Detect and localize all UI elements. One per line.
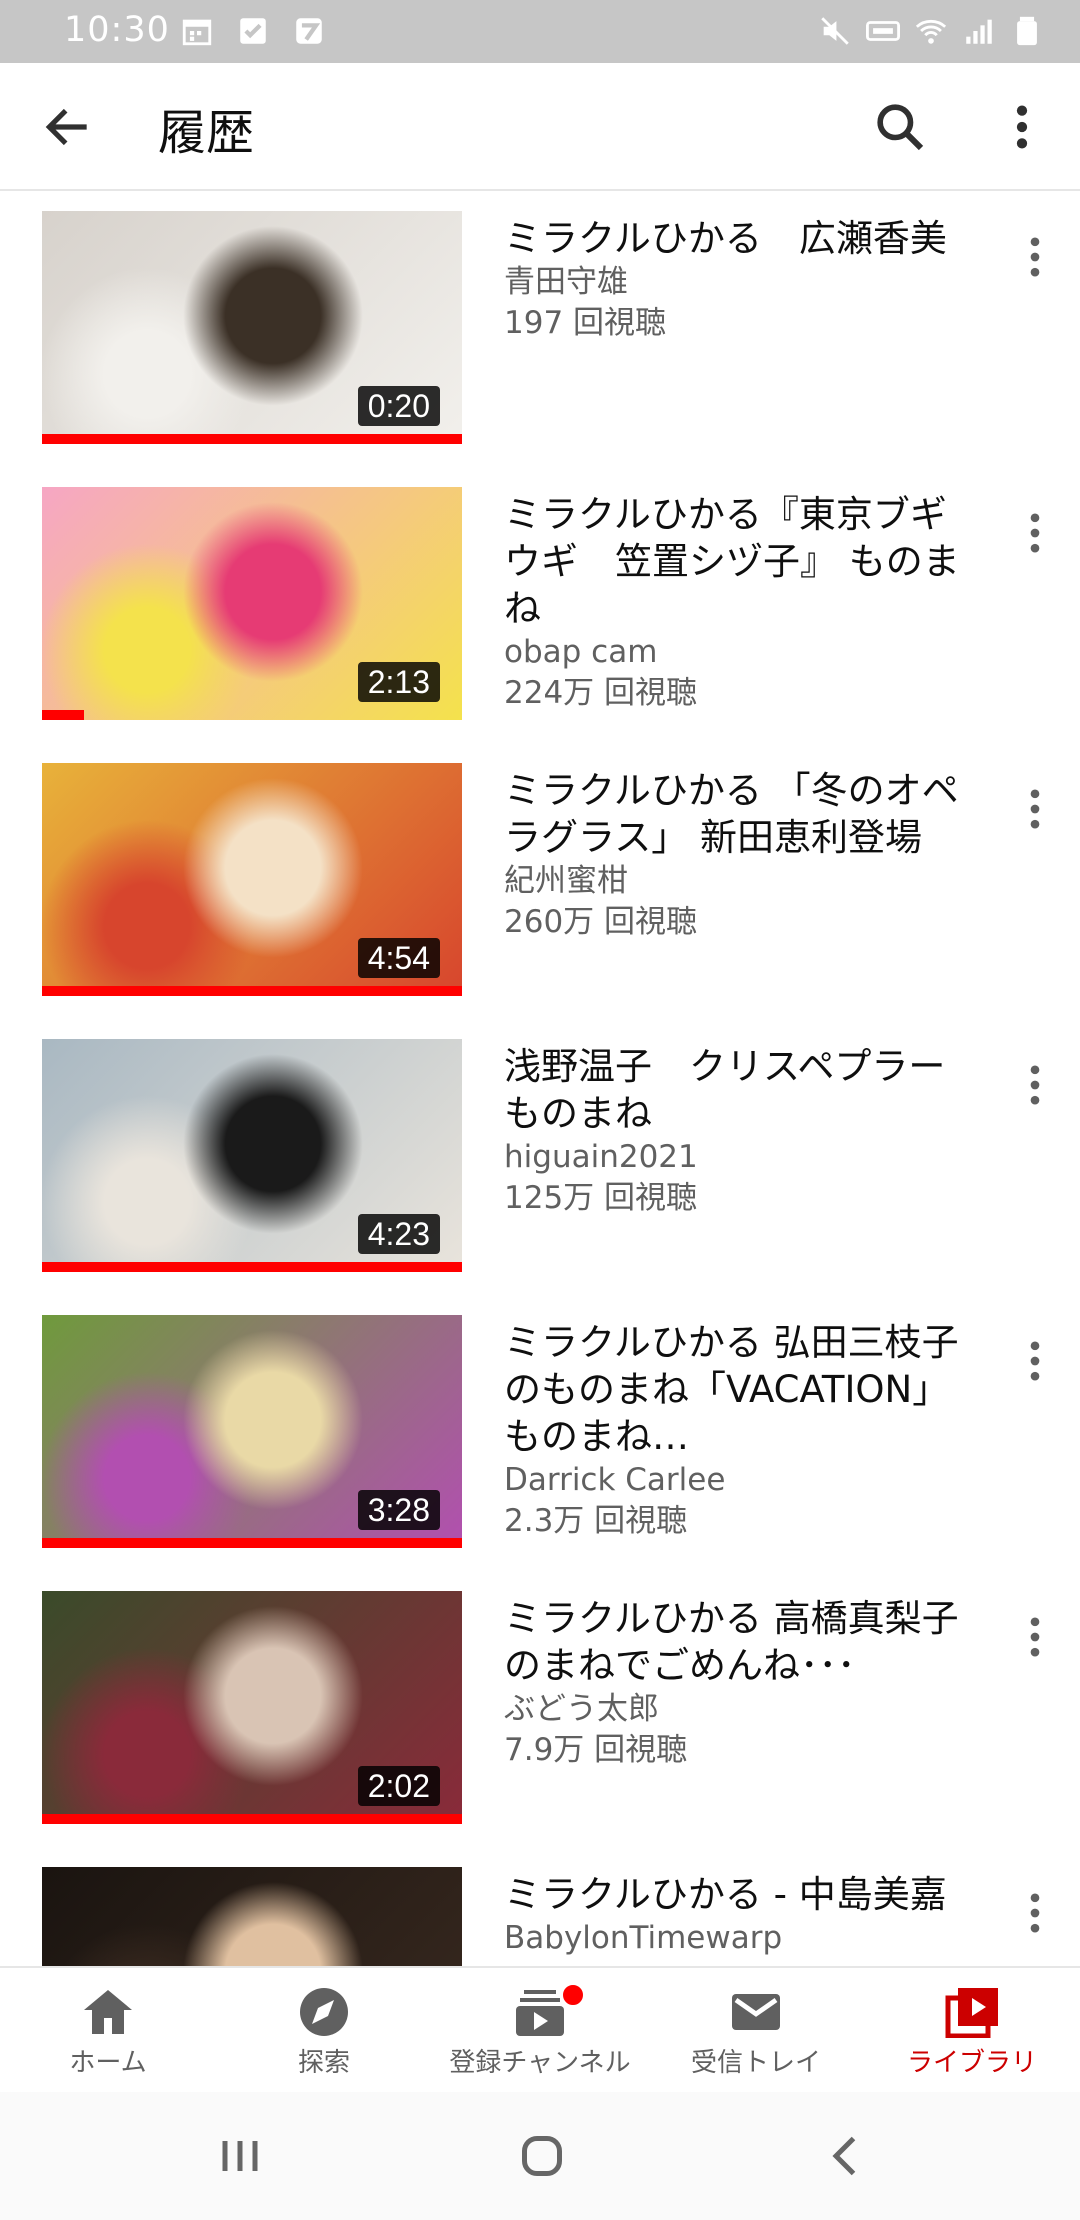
video-item[interactable]: 3:28 ミラクルひかる 弘田三枝子のものまね「VACATION」 ものまね… Da…: [0, 1279, 1080, 1555]
signal-icon: [966, 19, 992, 44]
nav-label-library: ライブラリ: [906, 2048, 1037, 2078]
video-duration: 4:54: [357, 938, 440, 978]
view-count: 224万 回視聴: [504, 675, 698, 711]
video-thumbnail[interactable]: 2:02: [42, 1591, 462, 1824]
app-icon: [296, 18, 322, 44]
video-duration: 4:23: [357, 1214, 440, 1254]
mute-icon: [821, 17, 849, 45]
search-icon[interactable]: [872, 99, 928, 155]
channel-name: higuain2021: [504, 1139, 698, 1175]
nav-explore[interactable]: 探索: [216, 1968, 432, 2092]
volte-icon: [866, 21, 900, 41]
arrow-left-icon[interactable]: [40, 99, 96, 155]
inbox-icon: [732, 1994, 780, 2030]
video-info: ミラクルひかる『東京ブギウギ 笠置シヅ子』 ものまね obap cam 224万 回…: [504, 491, 974, 714]
bottom-navigation: ホーム 探索 登録チャンネル 受信トレイ ライブラリ: [0, 1966, 1080, 2092]
video-info: ミラクルひかる 弘田三枝子のものまね「VACATION」 ものまね… Darric…: [504, 1319, 974, 1542]
history-list: 0:20 ミラクルひかる 広瀬香美 青田守雄 197 回視聴 2:13 ミラクルひかる『東…: [0, 191, 1080, 1966]
channel-name: Darrick Carlee: [504, 1462, 726, 1498]
watch-progress-bar: [42, 1538, 462, 1548]
video-thumbnail[interactable]: 0:20: [42, 211, 462, 444]
nav-label-subscriptions: 登録チャンネル: [449, 2048, 631, 2078]
channel-name: 青田守雄: [504, 264, 628, 300]
view-count: 197 回視聴: [504, 305, 667, 341]
library-icon: [945, 1988, 998, 2038]
video-thumbnail[interactable]: 2:13: [42, 487, 462, 720]
watch-progress-bar: [42, 986, 462, 996]
wifi-icon: [915, 19, 947, 44]
view-count: 125万 回視聴: [504, 1180, 698, 1216]
watch-progress-bar: [42, 1262, 462, 1272]
app-bar: 履歴: [0, 63, 1080, 191]
nav-home[interactable]: ホーム: [0, 1968, 216, 2092]
video-info: ミラクルひかる - 中島美嘉 BabylonTimewarp: [504, 1871, 974, 1959]
nav-label-home: ホーム: [69, 2048, 147, 2078]
more-vert-icon[interactable]: [1020, 1059, 1050, 1111]
video-title[interactable]: ミラクルひかる 広瀬香美: [504, 215, 974, 262]
video-thumbnail[interactable]: [42, 1867, 462, 1966]
explore-icon: [300, 1988, 348, 2036]
video-duration: 2:13: [357, 662, 440, 702]
more-vert-icon[interactable]: [1020, 1335, 1050, 1387]
more-vert-icon[interactable]: [1020, 783, 1050, 835]
more-vert-icon[interactable]: [1020, 507, 1050, 559]
watch-progress-bar: [42, 434, 462, 444]
video-duration: 2:02: [357, 1766, 440, 1806]
video-item[interactable]: 2:13 ミラクルひかる『東京ブギウギ 笠置シヅ子』 ものまね obap cam 22…: [0, 451, 1080, 727]
home-icon: [84, 1990, 132, 2034]
check-icon: [240, 18, 266, 44]
video-title[interactable]: ミラクルひかる 「冬のオペラグラス」 新田恵利登場: [504, 767, 974, 861]
view-count: 260万 回視聴: [504, 904, 698, 940]
back-chevron-icon[interactable]: [816, 2126, 876, 2186]
more-vert-icon[interactable]: [1020, 231, 1050, 283]
home-circle-icon[interactable]: [512, 2126, 572, 2186]
view-count: 2.3万 回視聴: [504, 1503, 688, 1539]
more-vert-icon[interactable]: [1020, 1611, 1050, 1663]
channel-name: obap cam: [504, 634, 658, 670]
channel-name: 紀州蜜柑: [504, 863, 628, 899]
video-info: ミラクルひかる 「冬のオペラグラス」 新田恵利登場 紀州蜜柑 260万 回視聴: [504, 767, 974, 943]
video-info: ミラクルひかる 広瀬香美 青田守雄 197 回視聴: [504, 215, 974, 344]
video-title[interactable]: ミラクルひかる『東京ブギウギ 笠置シヅ子』 ものまね: [504, 491, 974, 632]
view-count: 7.9万 回視聴: [504, 1732, 688, 1768]
video-info: ミラクルひかる 高橋真梨子のまねでごめんね･･･ ぶどう太郎 7.9万 回視聴: [504, 1595, 974, 1771]
video-duration: 3:28: [357, 1490, 440, 1530]
video-title[interactable]: ミラクルひかる - 中島美嘉: [504, 1871, 974, 1918]
video-title[interactable]: 浅野温子 クリスペプラー ものまね: [504, 1043, 982, 1137]
recents-icon[interactable]: [210, 2126, 270, 2186]
notification-badge: [560, 1982, 586, 2008]
status-time: 10:30: [64, 10, 170, 50]
video-item[interactable]: 4:54 ミラクルひかる 「冬のオペラグラス」 新田恵利登場 紀州蜜柑 260万 回視…: [0, 727, 1080, 1003]
video-item[interactable]: ミラクルひかる - 中島美嘉 BabylonTimewarp: [0, 1831, 1080, 1966]
watch-progress-bar: [42, 710, 84, 720]
video-title[interactable]: ミラクルひかる 弘田三枝子のものまね「VACATION」 ものまね…: [504, 1319, 974, 1460]
more-vert-icon[interactable]: [1020, 1887, 1050, 1939]
video-item[interactable]: 2:02 ミラクルひかる 高橋真梨子のまねでごめんね･･･ ぶどう太郎 7.9万 回視…: [0, 1555, 1080, 1831]
nav-label-explore: 探索: [297, 2048, 350, 2078]
video-item[interactable]: 0:20 ミラクルひかる 広瀬香美 青田守雄 197 回視聴: [0, 191, 1080, 451]
video-info: 浅野温子 クリスペプラー ものまね higuain2021 125万 回視聴: [504, 1043, 982, 1219]
watch-progress-bar: [42, 1814, 462, 1824]
page-title: 履歴: [158, 105, 255, 161]
nav-label-inbox: 受信トレイ: [690, 2048, 821, 2078]
video-item[interactable]: 4:23 浅野温子 クリスペプラー ものまね higuain2021 125万 回視聴: [0, 1003, 1080, 1279]
channel-name: BabylonTimewarp: [504, 1920, 783, 1956]
video-duration: 0:20: [357, 386, 440, 426]
nav-library[interactable]: ライブラリ: [864, 1968, 1080, 2092]
video-thumbnail[interactable]: 3:28: [42, 1315, 462, 1548]
channel-name: ぶどう太郎: [504, 1691, 659, 1727]
calendar-icon: [182, 19, 212, 46]
video-title[interactable]: ミラクルひかる 高橋真梨子のまねでごめんね･･･: [504, 1595, 974, 1689]
nav-subscriptions[interactable]: 登録チャンネル: [432, 1968, 648, 2092]
system-navigation: [0, 2092, 1080, 2220]
video-thumbnail[interactable]: 4:54: [42, 763, 462, 996]
video-thumbnail[interactable]: 4:23: [42, 1039, 462, 1272]
nav-inbox[interactable]: 受信トレイ: [648, 1968, 864, 2092]
more-vert-icon[interactable]: [1002, 99, 1042, 155]
status-bar: 10:30: [0, 0, 1080, 63]
battery-icon: [1017, 16, 1037, 46]
